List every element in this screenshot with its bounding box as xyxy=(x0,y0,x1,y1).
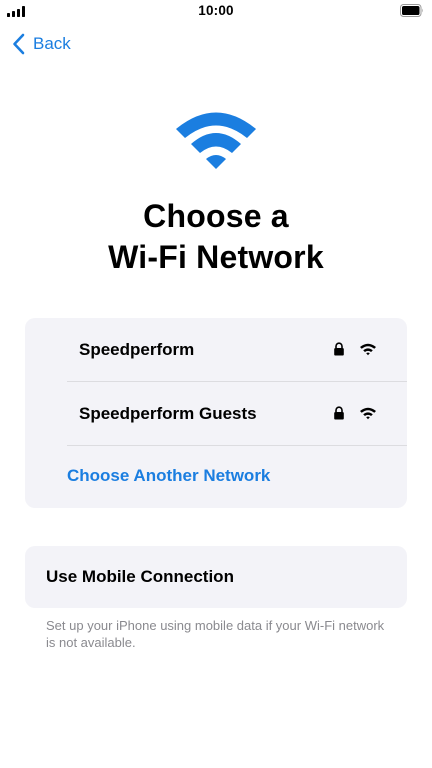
battery-icon xyxy=(400,4,423,17)
use-mobile-connection-button[interactable]: Use Mobile Connection xyxy=(25,546,407,608)
wifi-signal-icon xyxy=(360,343,376,356)
chevron-left-icon xyxy=(13,33,25,55)
page-title-line-1: Choose a xyxy=(143,198,289,234)
choose-another-network-label: Choose Another Network xyxy=(67,466,271,485)
back-label: Back xyxy=(33,34,71,53)
page-title-line-2: Wi-Fi Network xyxy=(108,239,324,275)
choose-another-network-button[interactable]: Choose Another Network xyxy=(25,456,407,496)
lock-icon xyxy=(334,342,344,356)
row-divider xyxy=(67,445,407,446)
network-name: Speedperform xyxy=(79,339,195,359)
network-row-speedperform-guests[interactable]: Speedperform Guests xyxy=(67,382,407,445)
status-time: 10:00 xyxy=(198,3,234,18)
wifi-signal-icon xyxy=(360,407,376,420)
page-title: Choose a Wi-Fi Network xyxy=(0,196,432,278)
status-bar: 10:00 xyxy=(0,0,432,22)
back-button[interactable]: Back xyxy=(12,31,71,57)
mobile-connection-footnote: Set up your iPhone using mobile data if … xyxy=(46,618,385,650)
wifi-icon xyxy=(176,112,256,169)
lock-icon xyxy=(334,406,344,420)
setup-screen: 10:00 Back Choose a Wi-Fi Network Speedp… xyxy=(0,0,432,768)
network-name: Speedperform Guests xyxy=(79,403,257,423)
use-mobile-connection-label: Use Mobile Connection xyxy=(46,567,234,586)
network-row-speedperform[interactable]: Speedperform xyxy=(67,318,407,381)
